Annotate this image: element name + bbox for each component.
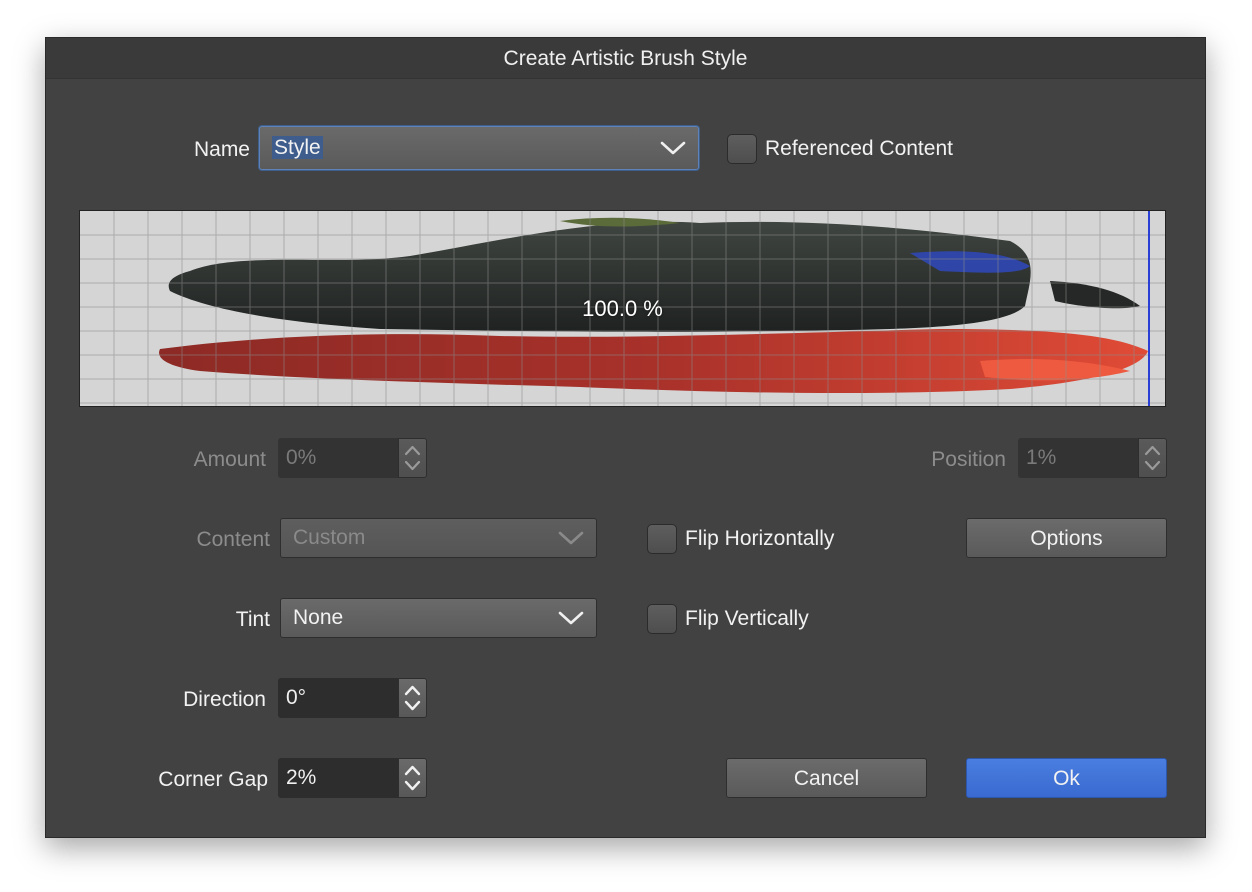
corner-gap-label: Corner Gap (158, 768, 268, 791)
brush-preview[interactable]: 100.0 % (79, 210, 1166, 407)
position-stepper[interactable]: 1% (1018, 438, 1167, 478)
referenced-content-label: Referenced Content (765, 137, 953, 160)
content-value: Custom (293, 526, 366, 549)
updown-arrows-icon[interactable] (1139, 439, 1166, 477)
chevron-down-icon[interactable] (558, 610, 584, 626)
preview-zoom-label: 100.0 % (582, 295, 663, 321)
tint-value: None (293, 606, 344, 629)
cancel-button[interactable]: Cancel (726, 758, 927, 798)
flip-vertically-checkbox[interactable] (647, 604, 677, 634)
updown-arrows-icon[interactable] (399, 759, 426, 797)
name-combobox[interactable]: Style (259, 126, 699, 170)
tint-label: Tint (235, 608, 270, 631)
ok-button[interactable]: Ok (966, 758, 1167, 798)
updown-arrows-icon[interactable] (399, 439, 426, 477)
flip-horizontally-checkbox[interactable] (647, 524, 677, 554)
flip-vertically-label: Flip Vertically (685, 607, 809, 630)
corner-gap-stepper[interactable]: 2% (278, 758, 427, 798)
referenced-content-checkbox[interactable] (727, 134, 757, 164)
direction-field[interactable]: 0° (278, 678, 398, 718)
chevron-down-icon[interactable] (558, 530, 584, 546)
create-artistic-brush-style-dialog: Create Artistic Brush Style Name Style R… (45, 37, 1206, 838)
content-label: Content (196, 528, 270, 551)
tint-dropdown[interactable]: None (280, 598, 597, 638)
direction-label: Direction (183, 688, 266, 711)
options-button[interactable]: Options (966, 518, 1167, 558)
dialog-title: Create Artistic Brush Style (46, 38, 1205, 79)
name-label: Name (193, 138, 250, 161)
position-field[interactable]: 1% (1018, 438, 1138, 478)
position-label: Position (931, 448, 1006, 471)
amount-field[interactable]: 0% (278, 438, 398, 478)
content-dropdown[interactable]: Custom (280, 518, 597, 558)
amount-label: Amount (193, 448, 266, 471)
name-value[interactable]: Style (272, 136, 323, 159)
chevron-down-icon[interactable] (660, 140, 686, 156)
updown-arrows-icon[interactable] (399, 679, 426, 717)
amount-stepper[interactable]: 0% (278, 438, 427, 478)
direction-stepper[interactable]: 0° (278, 678, 427, 718)
corner-gap-field[interactable]: 2% (278, 758, 398, 798)
flip-horizontally-label: Flip Horizontally (685, 527, 835, 550)
